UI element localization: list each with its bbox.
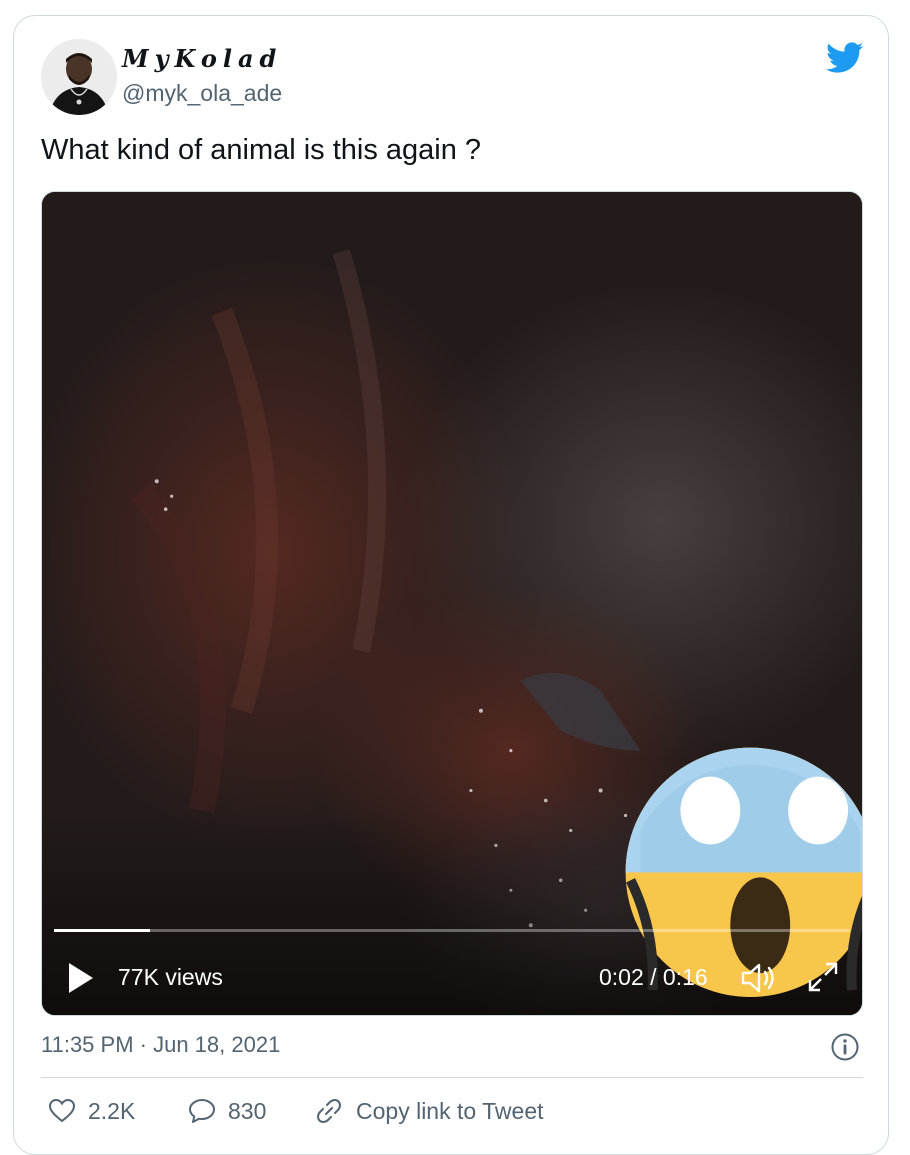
like-button[interactable]: 2.2K	[48, 1096, 135, 1126]
author-handle[interactable]: @myk_ola_ade	[122, 80, 282, 107]
video-player[interactable]: 77K views 0:02 / 0:16	[41, 191, 863, 1016]
heart-icon	[48, 1098, 76, 1123]
video-progress-fill	[54, 929, 150, 932]
tweet-timestamp[interactable]: 11:35 PM · Jun 18, 2021	[41, 1032, 280, 1058]
video-time: 0:02 / 0:16	[599, 964, 708, 990]
reply-button[interactable]: 830	[188, 1096, 266, 1126]
avatar-image	[41, 39, 117, 115]
fullscreen-icon[interactable]	[806, 960, 840, 994]
link-icon	[317, 1099, 341, 1123]
video-progress-bar[interactable]	[54, 929, 850, 932]
reply-bubble-icon	[189, 1099, 215, 1123]
reply-count: 830	[228, 1097, 267, 1124]
info-icon[interactable]	[830, 1032, 860, 1062]
copy-link-button[interactable]: Copy link to Tweet	[314, 1096, 544, 1126]
avatar[interactable]	[41, 39, 117, 115]
tweet-text: What kind of animal is this again ?	[41, 134, 482, 166]
author-display-name[interactable]: MyKolad	[122, 44, 282, 73]
actions-divider	[41, 1077, 863, 1078]
video-views: 77K views	[118, 964, 223, 990]
twitter-bird-icon[interactable]	[826, 42, 864, 74]
video-frame	[42, 192, 862, 1015]
copy-link-label: Copy link to Tweet	[356, 1097, 544, 1124]
tweet-card: MyKolad @myk_ola_ade What kind of animal…	[13, 15, 889, 1155]
volume-icon[interactable]	[740, 960, 778, 996]
like-count: 2.2K	[88, 1097, 136, 1124]
play-icon[interactable]	[67, 961, 95, 995]
